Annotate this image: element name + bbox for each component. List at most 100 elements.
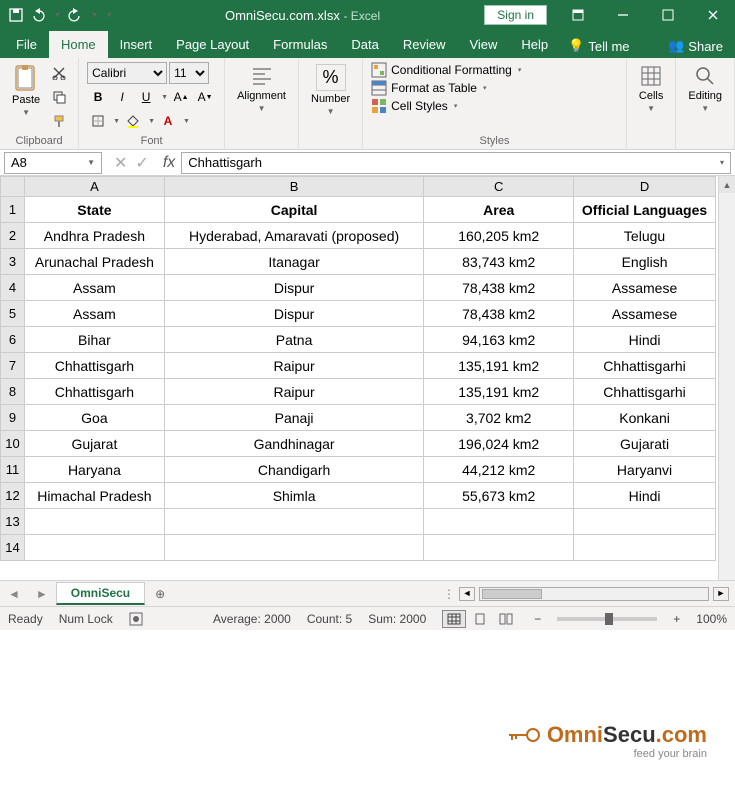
cell[interactable]: 94,163 km2 xyxy=(424,327,574,353)
cell[interactable]: Hindi xyxy=(574,483,716,509)
cell[interactable]: Arunachal Pradesh xyxy=(24,249,164,275)
font-name-select[interactable]: Calibri xyxy=(87,62,167,84)
row-header[interactable]: 4 xyxy=(1,275,25,301)
cell[interactable]: Official Languages xyxy=(574,197,716,223)
share-button[interactable]: 👥Share xyxy=(660,34,731,58)
cut-button[interactable] xyxy=(48,62,70,84)
fill-color-button[interactable] xyxy=(122,110,144,132)
zoom-level[interactable]: 100% xyxy=(696,612,727,626)
undo-icon[interactable] xyxy=(30,7,46,23)
cells-button[interactable]: Cells ▼ xyxy=(635,62,667,115)
cell[interactable] xyxy=(574,509,716,535)
cell[interactable]: Chhattisgarh xyxy=(24,379,164,405)
cell[interactable]: Himachal Pradesh xyxy=(24,483,164,509)
tab-page-layout[interactable]: Page Layout xyxy=(164,31,261,58)
cell[interactable]: Andhra Pradesh xyxy=(24,223,164,249)
cell[interactable]: Assam xyxy=(24,301,164,327)
format-as-table-button[interactable]: Format as Table▾ xyxy=(371,80,521,96)
cell[interactable]: Itanagar xyxy=(164,249,424,275)
cell[interactable]: Dispur xyxy=(164,275,424,301)
page-break-view-button[interactable] xyxy=(494,610,518,628)
cell[interactable]: 44,212 km2 xyxy=(424,457,574,483)
cell[interactable]: Raipur xyxy=(164,353,424,379)
row-header[interactable]: 5 xyxy=(1,301,25,327)
cell[interactable]: Gujarati xyxy=(574,431,716,457)
row-header[interactable]: 7 xyxy=(1,353,25,379)
formula-input[interactable]: Chhattisgarh▾ xyxy=(181,152,731,174)
save-icon[interactable] xyxy=(8,7,24,23)
decrease-font-button[interactable]: A▼ xyxy=(194,86,216,108)
row-header[interactable]: 13 xyxy=(1,509,25,535)
tab-view[interactable]: View xyxy=(457,31,509,58)
cell[interactable]: Assamese xyxy=(574,275,716,301)
alignment-button[interactable]: Alignment ▼ xyxy=(233,62,290,115)
copy-button[interactable] xyxy=(48,86,70,108)
redo-dropdown-icon[interactable]: ▼ xyxy=(91,12,98,19)
enter-formula-icon[interactable]: ✓ xyxy=(135,153,148,173)
row-header[interactable]: 10 xyxy=(1,431,25,457)
cell-styles-button[interactable]: Cell Styles▾ xyxy=(371,98,521,114)
column-header[interactable]: D xyxy=(574,177,716,197)
redo-icon[interactable] xyxy=(67,7,83,23)
cell[interactable]: Chhattisgarhi xyxy=(574,353,716,379)
minimize-button[interactable] xyxy=(600,0,645,30)
cell[interactable]: 55,673 km2 xyxy=(424,483,574,509)
cell[interactable]: Haryanvi xyxy=(574,457,716,483)
cell[interactable]: 135,191 km2 xyxy=(424,379,574,405)
cell[interactable] xyxy=(424,535,574,561)
row-header[interactable]: 3 xyxy=(1,249,25,275)
cell[interactable]: Hyderabad, Amaravati (proposed) xyxy=(164,223,424,249)
cell[interactable] xyxy=(164,509,424,535)
cell[interactable]: Chhattisgarh xyxy=(24,353,164,379)
row-header[interactable]: 11 xyxy=(1,457,25,483)
cell[interactable] xyxy=(24,535,164,561)
page-layout-view-button[interactable] xyxy=(468,610,492,628)
undo-dropdown-icon[interactable]: ▼ xyxy=(54,12,61,19)
qat-customize-icon[interactable]: ▼ xyxy=(106,12,113,19)
paste-button[interactable]: Paste ▼ xyxy=(8,62,44,119)
row-header[interactable]: 14 xyxy=(1,535,25,561)
normal-view-button[interactable] xyxy=(442,610,466,628)
column-header[interactable]: B xyxy=(164,177,424,197)
increase-font-button[interactable]: A▲ xyxy=(170,86,192,108)
vertical-scrollbar[interactable]: ▲ xyxy=(718,176,735,580)
bold-button[interactable]: B xyxy=(87,86,109,108)
cell[interactable] xyxy=(424,509,574,535)
ribbon-display-options-icon[interactable] xyxy=(555,0,600,30)
italic-button[interactable]: I xyxy=(111,86,133,108)
font-size-select[interactable]: 11 xyxy=(169,62,209,84)
cell[interactable]: 3,702 km2 xyxy=(424,405,574,431)
cell[interactable]: Assamese xyxy=(574,301,716,327)
cell[interactable]: 135,191 km2 xyxy=(424,353,574,379)
sheet-nav-next[interactable]: ► xyxy=(28,587,56,601)
tab-review[interactable]: Review xyxy=(391,31,458,58)
column-header[interactable]: C xyxy=(424,177,574,197)
sheet-tab[interactable]: OmniSecu xyxy=(56,582,145,605)
tab-home[interactable]: Home xyxy=(49,31,108,58)
number-format-button[interactable]: % Number ▼ xyxy=(307,62,354,118)
cell[interactable] xyxy=(24,509,164,535)
zoom-in-button[interactable]: + xyxy=(673,612,680,626)
fx-icon[interactable]: fx xyxy=(157,154,181,172)
editing-button[interactable]: Editing ▼ xyxy=(684,62,726,115)
tab-insert[interactable]: Insert xyxy=(108,31,165,58)
font-color-button[interactable]: A xyxy=(157,110,179,132)
macro-record-icon[interactable] xyxy=(129,612,143,626)
cell[interactable]: Assam xyxy=(24,275,164,301)
format-painter-button[interactable] xyxy=(48,110,70,132)
column-header[interactable]: A xyxy=(24,177,164,197)
tab-formulas[interactable]: Formulas xyxy=(261,31,339,58)
scroll-right-icon[interactable]: ► xyxy=(713,587,729,601)
sheet-nav-prev[interactable]: ◄ xyxy=(0,587,28,601)
row-header[interactable]: 1 xyxy=(1,197,25,223)
cell[interactable]: Bihar xyxy=(24,327,164,353)
cell[interactable] xyxy=(164,535,424,561)
cell[interactable]: 196,024 km2 xyxy=(424,431,574,457)
borders-button[interactable] xyxy=(87,110,109,132)
cell[interactable]: Goa xyxy=(24,405,164,431)
cell[interactable]: Patna xyxy=(164,327,424,353)
row-header[interactable]: 12 xyxy=(1,483,25,509)
tellme-button[interactable]: 💡Tell me xyxy=(560,34,637,58)
new-sheet-button[interactable]: ⊕ xyxy=(145,587,175,601)
tab-data[interactable]: Data xyxy=(339,31,390,58)
